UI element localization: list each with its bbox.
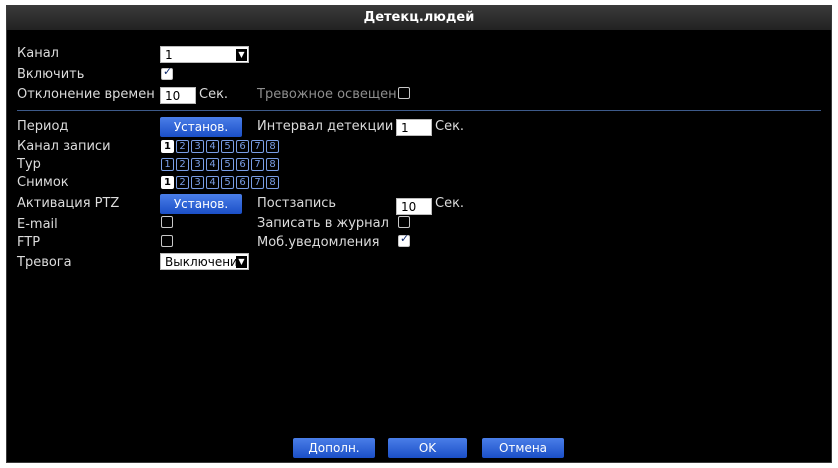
ptz-setup-button[interactable]: Установ. <box>160 194 242 214</box>
snapshot-channel-2[interactable]: 2 <box>176 176 189 189</box>
rec-channel-channel-8[interactable]: 8 <box>266 140 279 153</box>
ok-button[interactable]: OK <box>388 438 467 458</box>
channel-select[interactable]: 1 ▼ <box>160 46 249 63</box>
cancel-button[interactable]: Отмена <box>482 438 564 458</box>
alarm-select[interactable]: Выключени ▼ <box>160 253 249 270</box>
mobile-checkbox[interactable] <box>398 232 410 247</box>
snapshot-channel-6[interactable]: 6 <box>236 176 249 189</box>
email-checkbox[interactable] <box>161 216 173 228</box>
rec-channel-channel-4[interactable]: 4 <box>206 140 219 153</box>
dialog-frame: Детекц.людей Канал 1 ▼ Включить Отклонен… <box>6 5 832 463</box>
ftp-checkbox[interactable] <box>161 235 173 247</box>
enable-checkbox[interactable] <box>161 65 173 80</box>
enable-label: Включить <box>17 67 85 82</box>
log-label: Записать в журнал <box>257 216 389 231</box>
snapshot-label: Снимок <box>17 175 69 190</box>
postrec-input[interactable]: 10 <box>396 198 432 215</box>
ftp-label: FTP <box>17 235 41 250</box>
dialog-title: Детекц.людей <box>7 6 831 30</box>
rec-channel-channel-2[interactable]: 2 <box>176 140 189 153</box>
tour-channel-1[interactable]: 1 <box>161 158 174 171</box>
alarm-label: Тревога <box>17 255 72 270</box>
more-button[interactable]: Дополн. <box>293 438 375 458</box>
rec-channel-label: Канал записи <box>17 139 111 154</box>
tour-channel-7[interactable]: 7 <box>251 158 264 171</box>
period-label: Период <box>17 119 69 134</box>
log-checkbox[interactable] <box>398 216 410 228</box>
period-setup-button[interactable]: Установ. <box>160 117 242 137</box>
ptz-label: Активация PTZ <box>17 196 120 211</box>
rec-channel-channel-5[interactable]: 5 <box>221 140 234 153</box>
tour-channel-5[interactable]: 5 <box>221 158 234 171</box>
deviation-unit: Сек. <box>199 87 229 102</box>
snapshot-channel-1[interactable]: 1 <box>161 176 174 189</box>
snapshot-channel-8[interactable]: 8 <box>266 176 279 189</box>
alarm-light-checkbox[interactable] <box>398 87 410 99</box>
section-divider <box>17 110 821 111</box>
rec-channel-channel-3[interactable]: 3 <box>191 140 204 153</box>
deviation-label: Отклонение времен <box>17 87 155 102</box>
mobile-label: Моб.уведомления <box>257 235 380 250</box>
interval-unit: Сек. <box>435 119 465 134</box>
interval-input[interactable]: 1 <box>396 119 432 136</box>
postrec-label: Постзапись <box>257 196 337 211</box>
channel-label: Канал <box>17 46 59 61</box>
chevron-down-icon: ▼ <box>236 256 247 268</box>
alarm-light-label: Тревожное освещен <box>257 87 397 102</box>
snapshot-channel-4[interactable]: 4 <box>206 176 219 189</box>
tour-label: Тур <box>17 157 41 172</box>
alarm-value: Выключени <box>165 255 238 269</box>
tour-channel-3[interactable]: 3 <box>191 158 204 171</box>
snapshot-channel-3[interactable]: 3 <box>191 176 204 189</box>
channel-value: 1 <box>165 48 173 62</box>
rec-channel-channel-1[interactable]: 1 <box>161 140 174 153</box>
tour-channel-4[interactable]: 4 <box>206 158 219 171</box>
deviation-input[interactable]: 10 <box>160 87 196 104</box>
tour-channel-2[interactable]: 2 <box>176 158 189 171</box>
tour-channel-6[interactable]: 6 <box>236 158 249 171</box>
postrec-unit: Сек. <box>435 196 465 211</box>
interval-label: Интервал детекции <box>257 119 394 134</box>
tour-channel-8[interactable]: 8 <box>266 158 279 171</box>
snapshot-channel-5[interactable]: 5 <box>221 176 234 189</box>
email-label: E-mail <box>17 217 58 232</box>
snapshot-channel-7[interactable]: 7 <box>251 176 264 189</box>
chevron-down-icon: ▼ <box>236 49 247 61</box>
rec-channel-channel-6[interactable]: 6 <box>236 140 249 153</box>
rec-channel-channel-7[interactable]: 7 <box>251 140 264 153</box>
